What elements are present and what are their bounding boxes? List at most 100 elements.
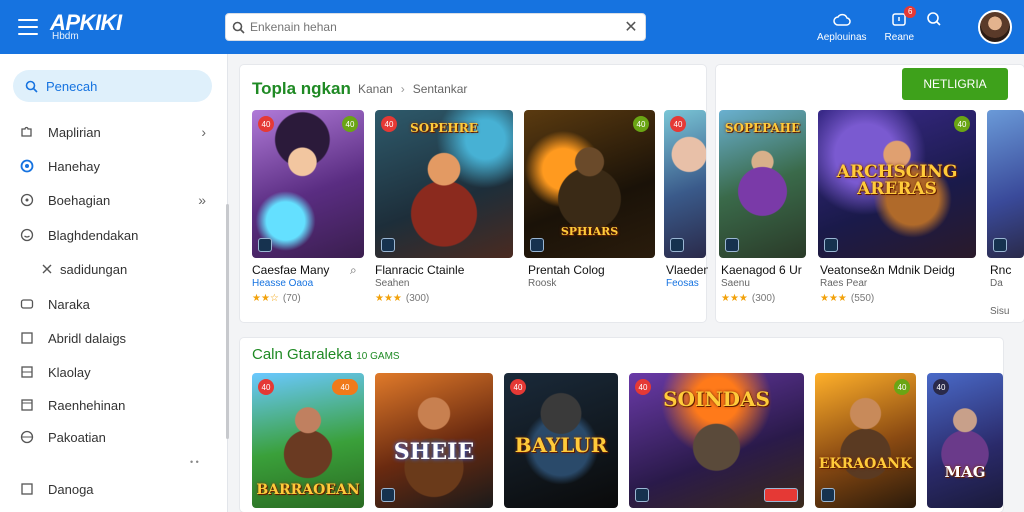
clear-icon[interactable]: ✕: [617, 17, 645, 37]
breadcrumb-item[interactable]: Sentankar: [413, 82, 468, 96]
platform-icon: [258, 238, 272, 252]
platform-icon: [381, 238, 395, 252]
game-title: Rnc: [990, 263, 1012, 277]
sidebar-item-label: sadidungan: [60, 261, 128, 277]
sidebar-item-label: Naraka: [48, 296, 90, 312]
game-title: Caesfae Many: [252, 263, 330, 277]
user-avatar[interactable]: [978, 10, 1012, 44]
game-subtitle: Sisu: [990, 306, 1010, 317]
notifications-button-label: Reane: [884, 32, 914, 43]
sidebar-item-1[interactable]: Hanehay: [0, 153, 228, 179]
rank-badge: 40: [933, 379, 949, 395]
game-art: 40 BAYLUR: [504, 373, 618, 508]
rank-badge: 40: [510, 379, 526, 395]
game-art: 40: [664, 110, 706, 258]
sidebar-item-4[interactable]: sadidungan: [0, 256, 228, 282]
rank-badge: 40: [258, 116, 274, 132]
sidebar-item-9[interactable]: Pakoatian: [0, 424, 228, 450]
platform-icon: [670, 238, 684, 252]
square-icon: [20, 398, 34, 412]
game-art: 40 EKRAOANK: [815, 373, 916, 508]
sidebar-item-5[interactable]: Naraka: [0, 291, 228, 317]
game-subtitle: Heasse Oaoa: [252, 278, 314, 289]
gamepad-icon: [20, 297, 34, 311]
cta-button[interactable]: NETLIGRIA: [902, 68, 1008, 100]
more-indicator: • •: [190, 457, 199, 467]
sidebar-item-label: Pakoatian: [48, 429, 106, 445]
apps-button[interactable]: Aeplouinas: [817, 11, 867, 43]
game-art-title: ARCHSCING ARERAS: [836, 162, 958, 199]
app-logo[interactable]: APKIKI Hbdm: [50, 12, 122, 42]
platform-icon: [824, 238, 838, 252]
platform-icon: [725, 238, 739, 252]
tag-icon: [764, 488, 798, 502]
bottom-section-title: Caln Gtaraleka 10 GAMS: [252, 346, 400, 363]
sidebar-item-8[interactable]: Raenhehinan: [0, 392, 228, 418]
game-art-title: EKRAOANK: [818, 456, 913, 472]
sidebar-search-label: Penecah: [46, 78, 98, 94]
rating-stars: ★★★ (300): [721, 293, 776, 304]
breadcrumb-item[interactable]: Kanan: [358, 82, 393, 96]
sidebar-item-3[interactable]: Blaghdendakan: [0, 222, 228, 248]
puzzle-icon: [20, 125, 34, 139]
sidebar: Penecah Maplirian › Hanehay Boehagian » …: [0, 54, 229, 512]
chevron-right-icon: »: [198, 192, 206, 208]
cloud-icon: [833, 11, 851, 29]
sidebar-item-label: Danoga: [48, 481, 94, 497]
rating-stars: ★★★ (550): [820, 293, 875, 304]
rank-badge: 40: [894, 379, 910, 395]
search-icon: [226, 21, 250, 34]
sidebar-search-button[interactable]: Penecah: [13, 70, 212, 102]
game-title: Vlaeden: [666, 263, 708, 277]
search-input[interactable]: [250, 20, 617, 34]
rank-badge: 40: [332, 379, 358, 395]
sidebar-item-label: Raenhehinan: [48, 397, 126, 413]
game-art: 40 40: [252, 110, 364, 258]
quick-search-icon[interactable]: [926, 11, 942, 32]
game-art-title: SOPEPAHE: [724, 121, 801, 135]
notifications-button[interactable]: 6 Reane: [884, 6, 917, 43]
top-section-title: Topla ngkan: [252, 79, 351, 98]
menu-icon[interactable]: [18, 19, 38, 35]
search-icon[interactable]: ⌕: [350, 263, 357, 278]
game-art-title: MAG: [944, 463, 986, 481]
rating-count: (70): [282, 293, 301, 304]
game-art: 40 SOINDAS: [629, 373, 804, 508]
rank-badge: 40: [342, 116, 358, 132]
smile-icon: [20, 228, 34, 242]
bottom-section-title-text: Caln Gtaraleka: [252, 346, 353, 363]
sidebar-item-10[interactable]: Danoga: [0, 476, 228, 502]
sidebar-item-label: Hanehay: [48, 158, 101, 174]
square-icon: [20, 482, 34, 496]
top-actions: Aeplouinas 6 Reane: [799, 0, 1024, 54]
circle-icon: [20, 159, 34, 173]
rating-count: (300): [405, 293, 430, 304]
game-subtitle: Saenu: [721, 278, 750, 289]
tool-icon: [40, 262, 54, 276]
sidebar-item-7[interactable]: Klaolay: [0, 359, 228, 385]
bell-icon: 6: [890, 6, 917, 29]
game-title: Kaenagod 6 Ur: [721, 263, 802, 277]
chevron-right-icon: ›: [400, 82, 405, 96]
sidebar-item-label: Boehagian: [48, 192, 111, 208]
top-bar: APKIKI Hbdm ✕ Aeplouinas 6 Reane: [0, 0, 1024, 54]
rank-badge: 40: [954, 116, 970, 132]
chevron-right-icon: ›: [201, 124, 206, 140]
game-art: SOPEPAHE: [719, 110, 806, 258]
breadcrumb: Kanan › Sentankar: [358, 82, 467, 96]
sidebar-scrollbar[interactable]: [226, 204, 229, 439]
game-count: 10 GAMS: [356, 351, 400, 362]
sidebar-item-0[interactable]: Maplirian ›: [0, 119, 228, 145]
game-title: Flanracic Ctainle: [375, 263, 465, 277]
sidebar-item-2[interactable]: Boehagian »: [0, 187, 228, 213]
sidebar-item-label: Maplirian: [48, 124, 101, 140]
sidebar-item-label: Blaghdendakan: [48, 227, 139, 243]
platform-icon: [381, 488, 395, 502]
clock-icon: [20, 193, 34, 207]
rating-count: (300): [751, 293, 776, 304]
sidebar-item-label: Abridl dalaigs: [48, 330, 127, 346]
game-subtitle: Seahen: [375, 278, 410, 289]
sidebar-item-6[interactable]: Abridl dalaigs: [0, 325, 228, 351]
game-title: Veatonse&n Mdnik Deidg: [820, 263, 955, 277]
game-art-title: SPHIARS: [560, 225, 619, 238]
